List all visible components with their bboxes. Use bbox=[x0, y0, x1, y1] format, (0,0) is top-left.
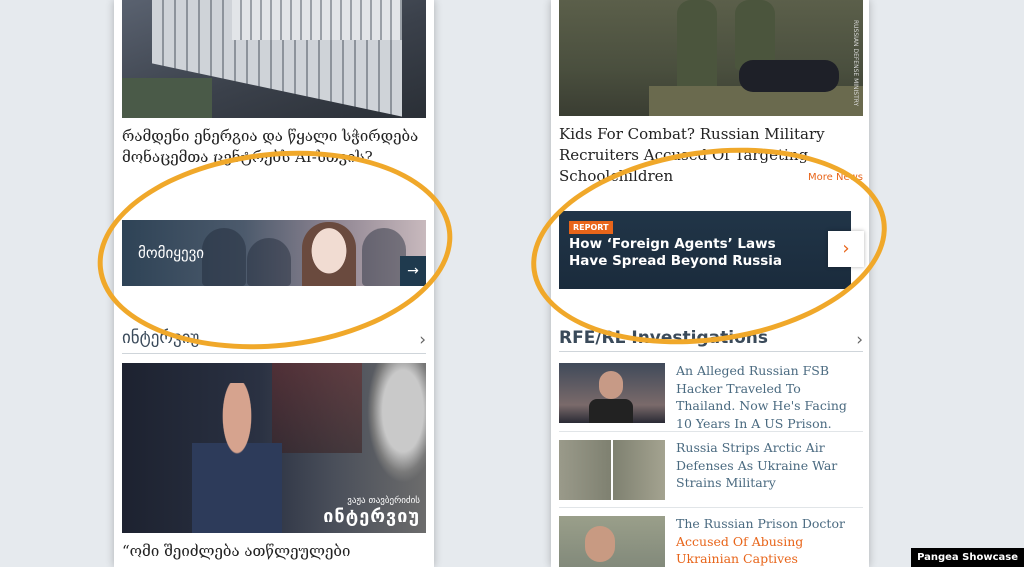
divider bbox=[559, 507, 863, 508]
thumbnail-hacker[interactable] bbox=[559, 363, 665, 423]
list-item-headline[interactable]: Russia Strips Arctic Air Defenses As Ukr… bbox=[676, 439, 856, 492]
divider bbox=[559, 431, 863, 432]
list-item-headline[interactable]: An Alleged Russian FSB Hacker Traveled T… bbox=[676, 362, 856, 432]
thumbnail-doctor[interactable] bbox=[559, 516, 665, 567]
interview-photo[interactable]: ვაჟა თავბერიძის ინტერვიუ bbox=[122, 363, 426, 533]
interview-caption: ვაჟა თავბერიძის ინტერვიუ bbox=[323, 496, 420, 527]
watermark-label: Pangea Showcase bbox=[911, 548, 1024, 567]
chevron-right-icon: › bbox=[856, 330, 863, 350]
photo-credit: RUSSIAN DEFENSE MINISTRY bbox=[852, 20, 859, 107]
data-center-photo[interactable] bbox=[122, 0, 426, 118]
list-item-headline[interactable]: The Russian Prison Doctor Accused Of Abu… bbox=[676, 515, 856, 567]
article-headline-link[interactable]: “ომი შეიძლება ათწლეულები bbox=[122, 541, 422, 562]
chevron-right-icon: › bbox=[419, 330, 426, 350]
soldiers-photo[interactable]: RUSSIAN DEFENSE MINISTRY bbox=[559, 0, 863, 116]
thumbnail-satellite[interactable] bbox=[559, 440, 665, 500]
